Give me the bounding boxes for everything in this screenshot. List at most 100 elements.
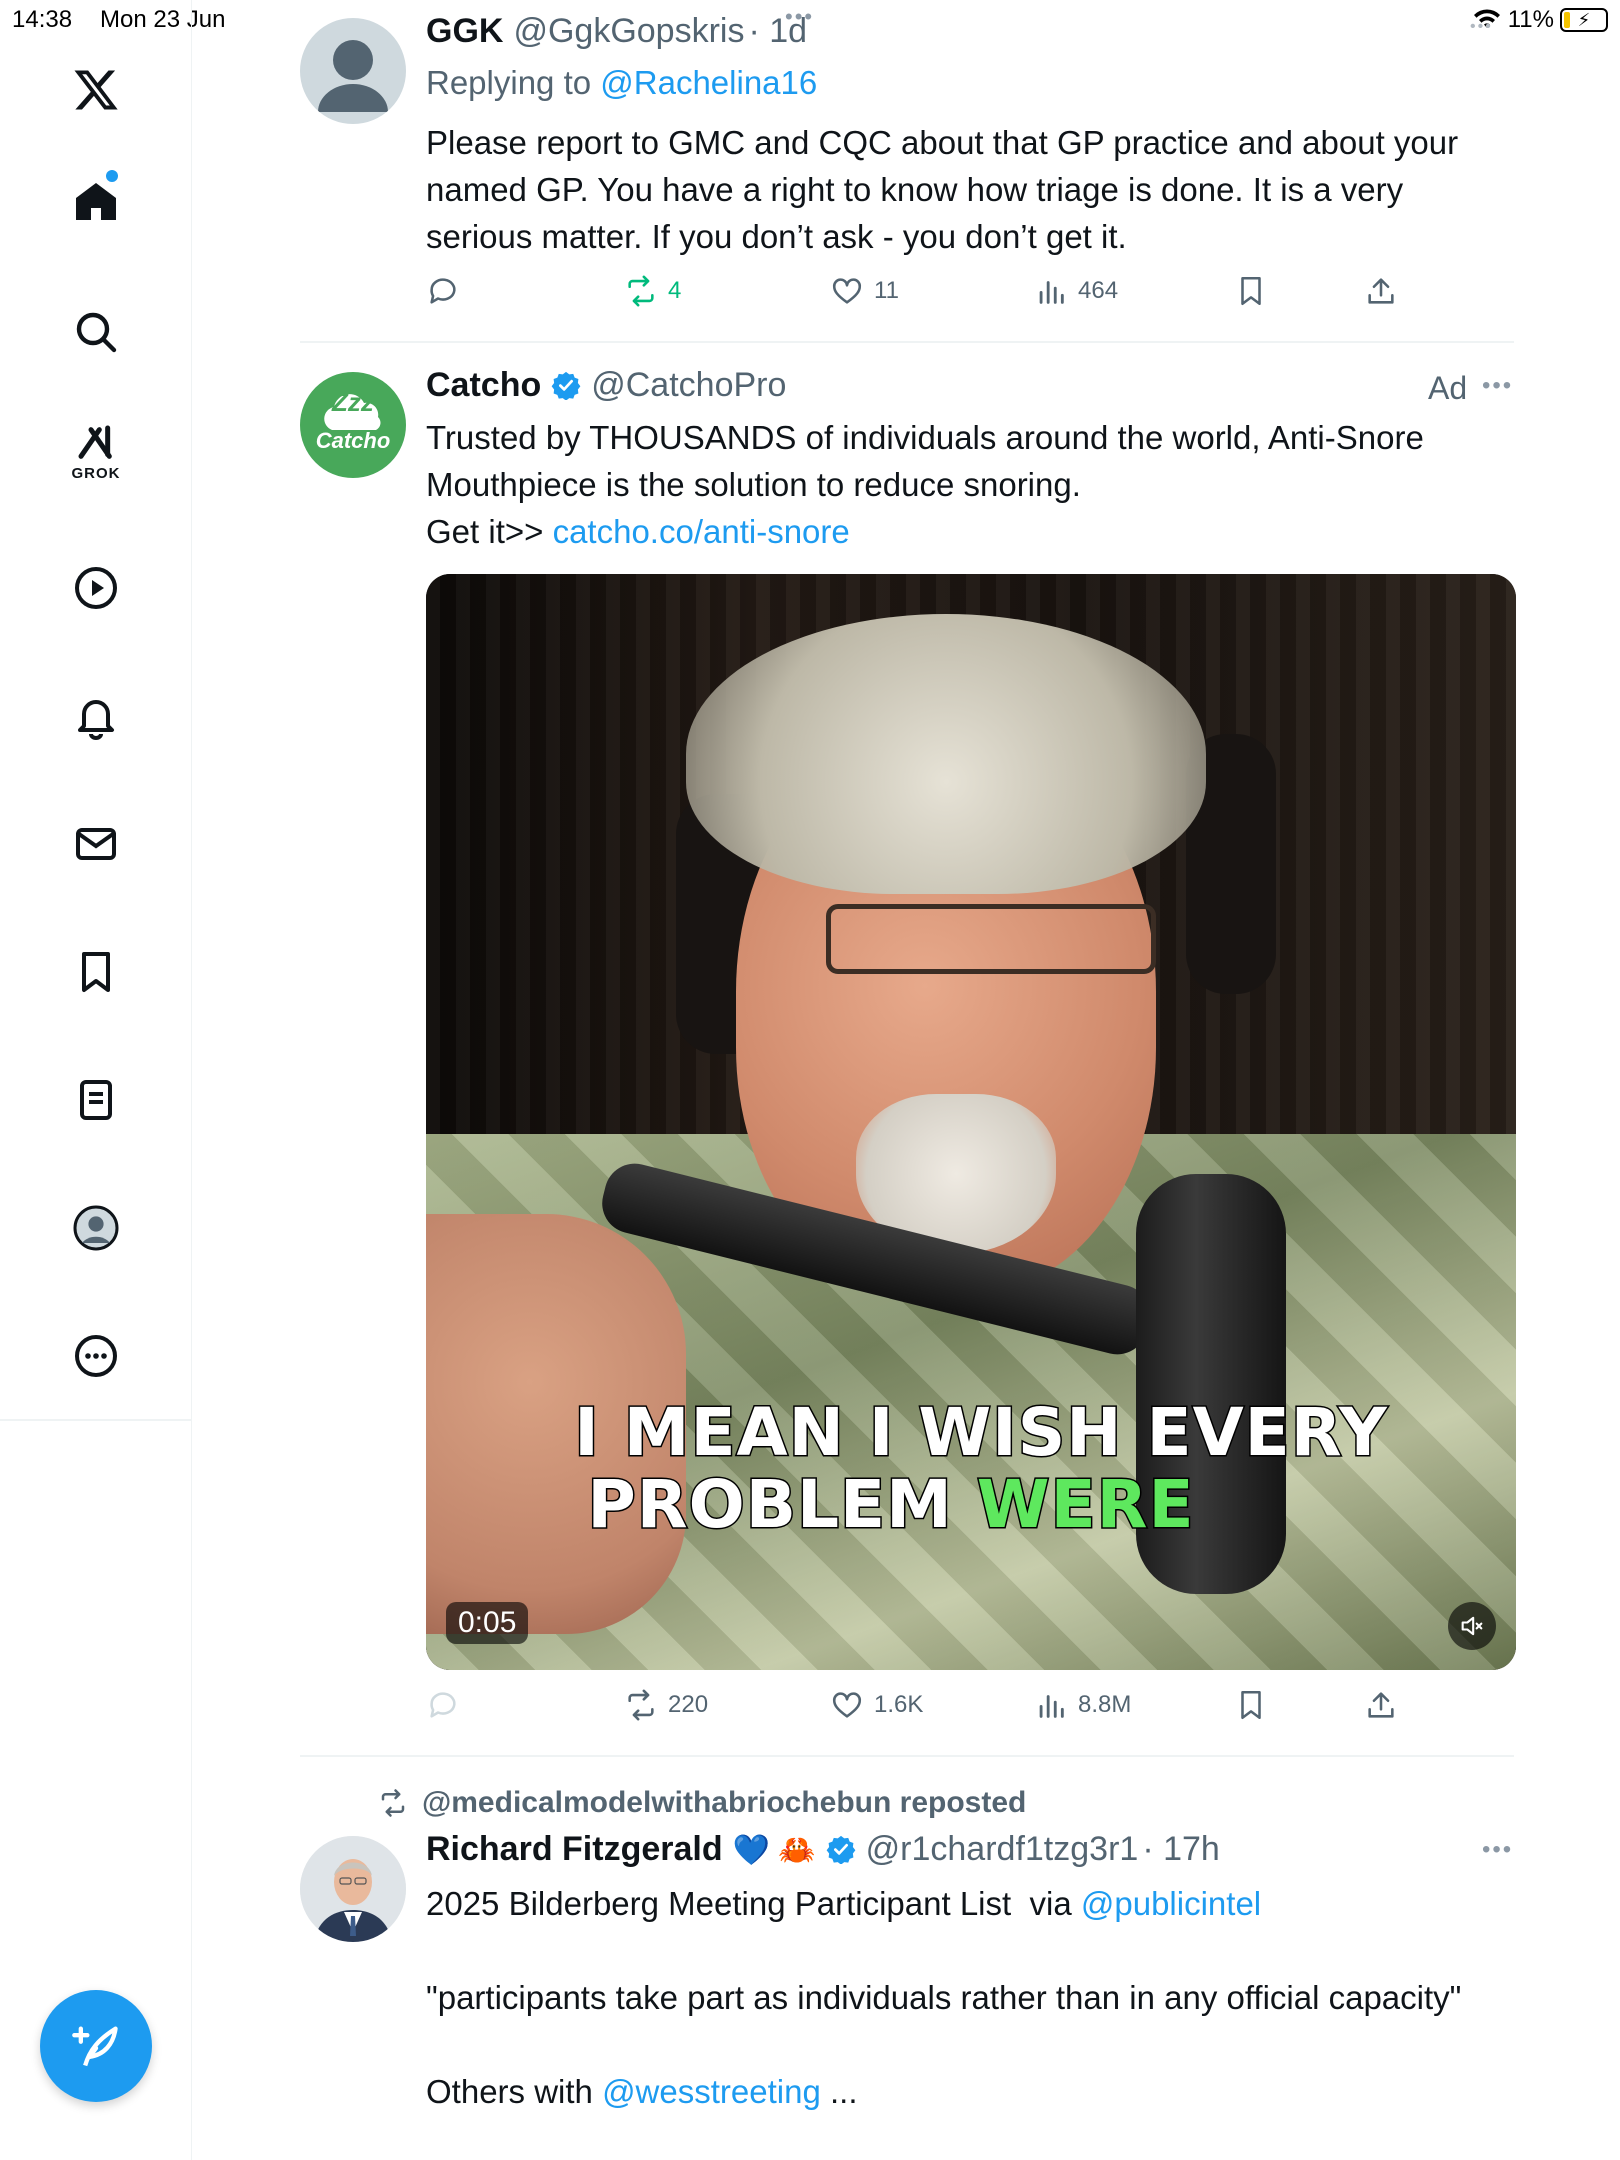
sidebar-item-messages[interactable]	[46, 794, 146, 894]
battery-percent: 11%	[1507, 6, 1554, 33]
views-button[interactable]: 464	[1034, 274, 1118, 308]
repost-indicator: @medicalmodelwithabriochebun reposted	[378, 1786, 1026, 1820]
repost-button[interactable]: 220	[624, 1688, 708, 1722]
mention-link[interactable]: @publicintel	[1081, 1885, 1261, 1922]
tweet-header: GGK @GgkGopskris · 1d	[426, 12, 807, 51]
video-caption-line1: I MEAN I WISH EVERY	[573, 1393, 1388, 1473]
bookmark-icon	[1241, 276, 1261, 306]
tweet-time[interactable]: · 1d	[748, 12, 807, 51]
video-player[interactable]: I MEAN I WISH EVERY PROBLEM WERE 0:05	[426, 574, 1516, 1670]
sidebar-item-profile[interactable]	[46, 1178, 146, 1278]
avatar[interactable]	[300, 1836, 406, 1942]
author-name[interactable]: Catcho	[426, 366, 541, 405]
reply-button[interactable]	[426, 1688, 470, 1722]
search-icon	[76, 312, 117, 353]
mention-link[interactable]: @wesstreeting	[602, 2073, 821, 2110]
repost-button[interactable]: 4	[624, 274, 681, 308]
compose-post-icon	[72, 2026, 118, 2067]
verified-badge-icon	[826, 1835, 856, 1864]
reply-icon	[430, 1692, 456, 1718]
replying-to: Replying to @Rachelina16	[426, 64, 817, 102]
tweet-text: Please report to GMC and CQC about that …	[426, 124, 1459, 255]
like-icon	[832, 1692, 862, 1718]
tweet-text: 2025 Bilderberg Meeting Participant List…	[426, 1880, 1506, 2115]
video-icon	[75, 567, 117, 609]
author-name[interactable]: GGK	[426, 12, 503, 51]
notifications-icon	[78, 700, 114, 740]
verified-badge-icon	[551, 371, 581, 400]
sidebar-item-lists[interactable]	[46, 1050, 146, 1150]
tweet-divider	[300, 341, 1514, 343]
tweet-line-1: 2025 Bilderberg Meeting Participant List…	[426, 1880, 1506, 1927]
ad-link[interactable]: catcho.co/anti-snore	[553, 513, 850, 550]
share-button[interactable]	[1364, 274, 1398, 308]
ad-cta-line: Get it>> catcho.co/anti-snore	[426, 508, 1506, 555]
home-icon	[76, 183, 116, 220]
author-handle[interactable]: @r1chardf1tzg3r1	[866, 1830, 1139, 1869]
tweet-more-icon[interactable]: •••	[1482, 1836, 1513, 1864]
view-count: 8.8M	[1078, 1691, 1132, 1718]
x-logo-button[interactable]	[46, 40, 146, 140]
views-button[interactable]: 8.8M	[1034, 1688, 1131, 1722]
x-logo-icon	[74, 70, 118, 110]
author-name[interactable]: Richard Fitzgerald	[426, 1830, 723, 1869]
mute-button[interactable]	[1448, 1602, 1496, 1650]
more-icon	[75, 1335, 117, 1377]
bookmark-icon	[1241, 1690, 1261, 1720]
bookmark-button[interactable]	[1234, 1688, 1268, 1722]
sidebar-nav: GROK	[0, 0, 192, 2160]
sidebar-item-more[interactable]	[46, 1306, 146, 1406]
tweet-text: Trusted by THOUSANDS of individuals arou…	[426, 414, 1506, 555]
share-icon	[1368, 1692, 1394, 1718]
like-count: 11	[874, 277, 899, 304]
notification-dot	[106, 170, 118, 182]
tweet-divider	[300, 1755, 1514, 1757]
video-timer: 0:05	[446, 1602, 529, 1644]
profile-icon	[73, 1205, 119, 1251]
view-count: 464	[1078, 277, 1119, 304]
sidebar-item-notifications[interactable]	[46, 666, 146, 766]
reposted-by[interactable]: @medicalmodelwithabriochebun reposted	[422, 1786, 1026, 1820]
repost-count: 4	[668, 277, 682, 304]
like-count: 1.6K	[874, 1691, 924, 1718]
ad-cta-prefix: Get it>>	[426, 513, 553, 550]
repost-icon	[381, 1789, 405, 1817]
video-caption-line2: PROBLEM WERE	[426, 1465, 1436, 1545]
bookmark-button[interactable]	[1234, 274, 1268, 308]
muted-speaker-icon	[1461, 1616, 1483, 1636]
like-button[interactable]: 1.6K	[830, 1688, 923, 1722]
tweet-line-3: Others with @wesstreeting ...	[426, 2068, 1506, 2115]
sidebar-divider	[0, 1419, 192, 1421]
sidebar-item-search[interactable]	[46, 282, 146, 382]
tweet-time[interactable]: · 17h	[1142, 1830, 1220, 1869]
split-view-dots-icon[interactable]: •••	[1470, 18, 1493, 36]
compose-post-button[interactable]	[40, 1990, 152, 2102]
tweet-header: Catcho @CatchoPro	[426, 366, 786, 405]
tweet-actions: 220 1.6K 8.8M	[426, 1688, 1426, 1728]
repost-icon	[628, 275, 654, 307]
like-button[interactable]: 11	[830, 274, 899, 308]
tweet-line-1-text: 2025 Bilderberg Meeting Participant List…	[426, 1885, 1081, 1922]
sidebar-item-video[interactable]	[46, 538, 146, 638]
bookmarks-icon	[82, 952, 110, 992]
tweet-more-icon[interactable]: •••	[1482, 372, 1513, 400]
default-avatar-icon	[318, 40, 388, 112]
caption-white-word: PROBLEM	[586, 1465, 977, 1545]
grok-label: GROK	[71, 464, 121, 482]
views-icon	[1039, 281, 1064, 304]
author-handle[interactable]: @GgkGopskris	[513, 12, 744, 51]
messages-icon	[76, 828, 116, 860]
author-handle[interactable]: @CatchoPro	[591, 366, 786, 405]
avatar[interactable]	[300, 18, 406, 124]
share-button[interactable]	[1364, 1688, 1398, 1722]
avatar[interactable]: Zzz Catcho	[300, 372, 406, 478]
reply-button[interactable]	[426, 274, 470, 308]
avatar-text-bottom: Catcho	[315, 427, 391, 453]
ad-label: Ad	[1428, 370, 1468, 406]
sidebar-item-home[interactable]	[46, 152, 146, 252]
replying-to-link[interactable]: @Rachelina16	[600, 64, 817, 101]
sidebar-item-grok[interactable]: GROK	[46, 402, 146, 502]
repost-count: 220	[668, 1691, 709, 1718]
repost-icon	[628, 1689, 654, 1721]
sidebar-item-bookmarks[interactable]	[46, 922, 146, 1022]
